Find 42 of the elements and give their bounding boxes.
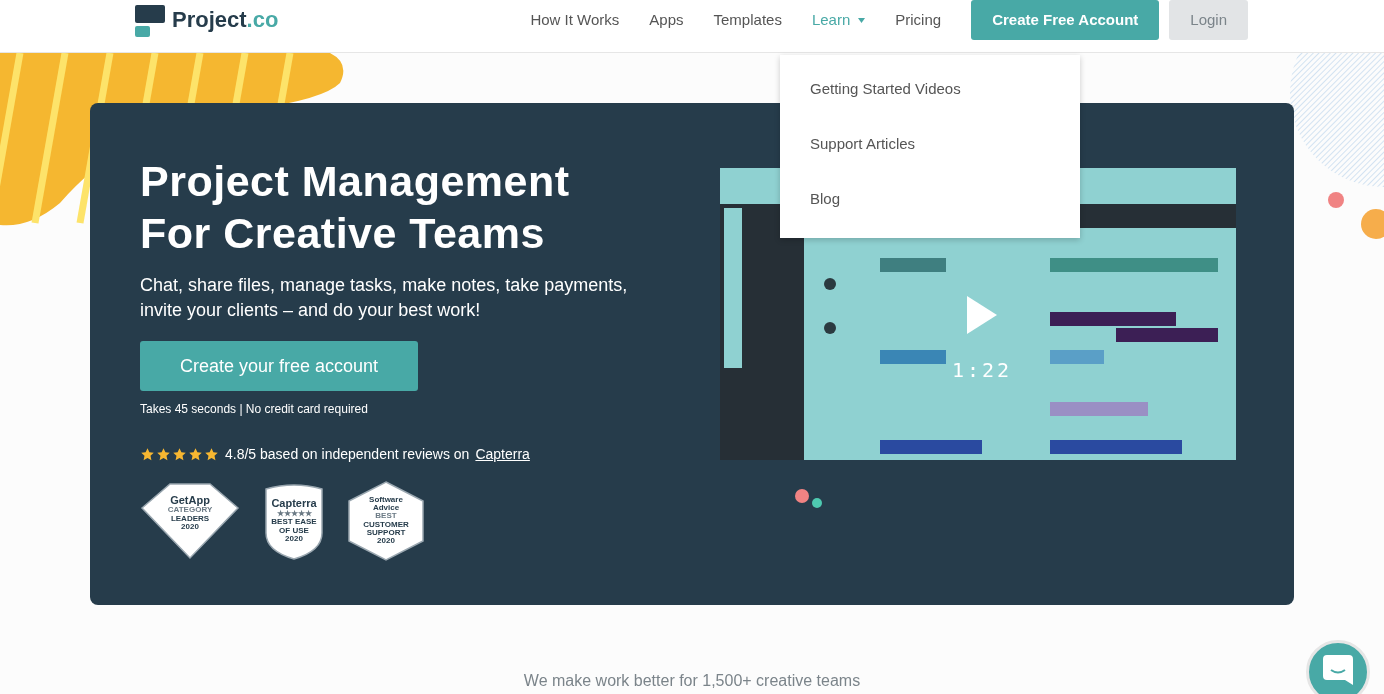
badge-text: 2020 [285, 535, 303, 544]
nav-link[interactable]: How It Works [530, 9, 620, 32]
badge-brand: GetApp [170, 494, 210, 506]
dot-decoration [795, 489, 809, 503]
star-icon [140, 447, 155, 462]
cta-note: Takes 45 seconds | No credit card required [140, 401, 369, 418]
star-icon [172, 447, 187, 462]
star-icon [156, 447, 171, 462]
tagline: We make work better for 1,500+ creative teams [522, 671, 862, 691]
menu-item[interactable]: Support Articles [810, 135, 1080, 153]
badge-text: LEADERS [170, 514, 210, 523]
hero-title: Project Management For Creative Teams [140, 156, 571, 259]
badge-text: CATEGORY [167, 506, 213, 515]
capterra-link[interactable]: Capterra [475, 444, 530, 465]
chat-button[interactable] [1306, 640, 1370, 694]
badge-text: CUSTOMER [363, 520, 409, 529]
badge-text: 2020 [181, 522, 199, 532]
dot-decoration [1328, 192, 1344, 208]
badge-text: BEST [375, 512, 397, 521]
badge-brand: Capterra [271, 498, 317, 510]
nav-link[interactable]: Pricing [895, 9, 942, 32]
menu-item[interactable]: Getting Started Videos [810, 80, 1080, 98]
nav-link[interactable]: Apps [649, 9, 684, 32]
star-icon [188, 447, 203, 462]
rating-text: 4.8/5 based on independent reviews on [225, 445, 470, 464]
badge-text: SUPPORT [366, 529, 406, 538]
star-icon [204, 447, 219, 462]
badge-brand: Software Advice [368, 496, 404, 513]
logo-icon [135, 5, 165, 37]
hero-subtitle: Chat, share files, manage tasks, make notes, take payments, invite your clients – and do your best work! [140, 274, 629, 322]
logo-text: Project.co [172, 6, 279, 34]
play-icon[interactable] [967, 296, 997, 334]
dot-decoration [1361, 209, 1384, 239]
dot-decoration [812, 498, 822, 508]
badge-text: 2020 [377, 537, 395, 546]
badge-text: ★★★★★ [276, 510, 312, 519]
badge-text: BEST EASE [271, 518, 317, 527]
video-duration: 1:22 [952, 357, 1013, 384]
menu-item[interactable]: Blog [810, 190, 1080, 208]
chat-icon [1323, 655, 1353, 685]
nav-link[interactable]: Templates [713, 9, 782, 32]
badge-text: OF USE [279, 526, 309, 536]
